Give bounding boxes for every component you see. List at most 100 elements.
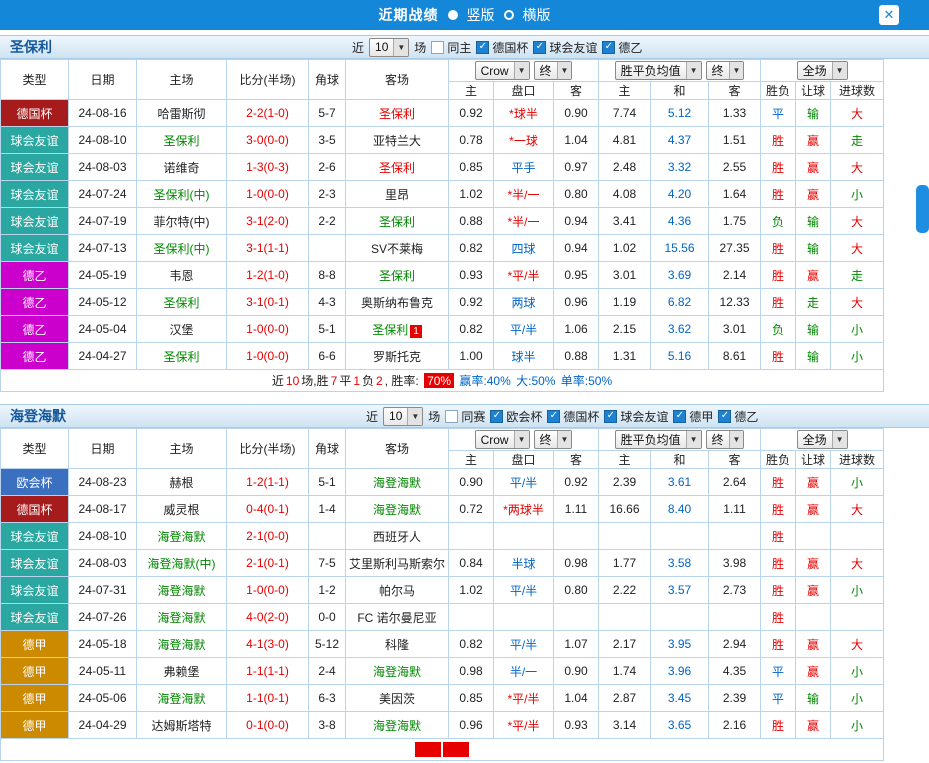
result-handicap: 输 xyxy=(796,208,831,235)
match-row: 德乙24-05-12圣保利3-1(0-1)4-3奥斯纳布鲁克0.92两球0.96… xyxy=(1,289,884,316)
odds-home xyxy=(449,523,494,550)
odds-handicap: *半/一 xyxy=(494,181,554,208)
close-icon[interactable]: ✕ xyxy=(879,5,899,25)
avg-type-select[interactable]: 胜平负均值▼ xyxy=(615,430,702,449)
odds-home: 0.96 xyxy=(449,712,494,739)
match-score: 3-1(2-0) xyxy=(227,208,309,235)
checkbox-德国杯[interactable]: ✓德国杯 xyxy=(476,39,528,56)
filter-bar: 近10▼场同赛✓欧会杯✓德国杯✓球会友谊✓德甲✓德乙 xyxy=(366,407,758,426)
odds-home: 1.02 xyxy=(449,577,494,604)
scope-select-value: 全场 xyxy=(803,62,827,79)
match-date: 24-07-13 xyxy=(69,235,137,262)
matches-label: 场 xyxy=(414,39,426,56)
checkbox-德乙[interactable]: ✓德乙 xyxy=(602,39,642,56)
odds-home: 0.84 xyxy=(449,550,494,577)
recent-count-select[interactable]: 10▼ xyxy=(369,38,409,57)
avg-draw: 3.32 xyxy=(651,154,709,181)
checkbox-checked-icon: ✓ xyxy=(547,410,560,423)
match-date: 24-07-26 xyxy=(69,604,137,631)
corner-count: 0-0 xyxy=(309,604,346,631)
checkbox-球会友谊[interactable]: ✓球会友谊 xyxy=(604,408,668,425)
bookmaker-select[interactable]: Crow ▼ xyxy=(475,430,530,449)
column-subheader: 进球数 xyxy=(831,451,884,469)
avg-away: 2.73 xyxy=(709,577,761,604)
avg-away: 8.61 xyxy=(709,343,761,370)
avg-draw xyxy=(651,604,709,631)
match-row: 德甲24-05-06海登海默1-1(0-1)6-3美因茨0.85*平/半1.04… xyxy=(1,685,884,712)
radio-horizontal-icon[interactable] xyxy=(504,10,514,20)
competition-badge: 球会友谊 xyxy=(1,181,69,208)
corner-count: 3-8 xyxy=(309,712,346,739)
chevron-down-icon: ▼ xyxy=(407,408,422,425)
checkbox-同主[interactable]: 同主 xyxy=(431,39,471,56)
away-team-name: 圣保利 xyxy=(379,161,415,175)
match-date: 24-05-18 xyxy=(69,631,137,658)
result-handicap: 赢 xyxy=(796,496,831,523)
match-date: 24-05-04 xyxy=(69,316,137,343)
corner-count: 5-7 xyxy=(309,100,346,127)
scrollbar-thumb[interactable] xyxy=(916,185,929,233)
result-handicap: 赢 xyxy=(796,262,831,289)
section-header: 圣保利近10▼场同主✓德国杯✓球会友谊✓德乙 xyxy=(0,35,929,59)
avg-state-select[interactable]: 终▼ xyxy=(706,61,745,80)
match-row: 球会友谊24-08-03诺维奇1-3(0-3)2-6圣保利0.85平手0.972… xyxy=(1,154,884,181)
match-row: 球会友谊24-08-10圣保利3-0(0-0)3-5亚特兰大0.78*一球1.0… xyxy=(1,127,884,154)
column-subheader: 和 xyxy=(651,451,709,469)
result-goals: 小 xyxy=(831,343,884,370)
result-handicap: 赢 xyxy=(796,550,831,577)
match-date: 24-04-27 xyxy=(69,343,137,370)
result-handicap: 赢 xyxy=(796,658,831,685)
bookmaker-select-value: Crow xyxy=(481,433,509,447)
result-goals: 大 xyxy=(831,154,884,181)
away-team-name: 罗斯托克 xyxy=(373,350,421,364)
column-subheader: 主 xyxy=(449,82,494,100)
bookmaker-select[interactable]: Crow▼ xyxy=(475,61,530,80)
away-team: 圣保利1 xyxy=(346,316,449,343)
checkbox-德甲[interactable]: ✓德甲 xyxy=(673,408,713,425)
column-subheader: 和 xyxy=(651,82,709,100)
result-handicap xyxy=(796,523,831,550)
result-goals: 大 xyxy=(831,631,884,658)
checkbox-label: 欧会杯 xyxy=(506,408,542,425)
chevron-down-icon: ▼ xyxy=(514,431,529,448)
radio-vertical-icon[interactable] xyxy=(448,10,458,20)
odds-away xyxy=(554,523,599,550)
avg-draw: 3.95 xyxy=(651,631,709,658)
competition-badge: 球会友谊 xyxy=(1,154,69,181)
odds-state-select[interactable]: 终▼ xyxy=(534,430,573,449)
home-team: 海登海默 xyxy=(137,631,227,658)
match-date: 24-07-24 xyxy=(69,181,137,208)
match-date: 24-05-12 xyxy=(69,289,137,316)
team-name: 海登海默 xyxy=(10,406,66,426)
match-date: 24-05-19 xyxy=(69,262,137,289)
odds-handicap: 平/半 xyxy=(494,469,554,496)
corner-count: 8-8 xyxy=(309,262,346,289)
checkbox-德国杯[interactable]: ✓德国杯 xyxy=(547,408,599,425)
home-team: 达姆斯塔特 xyxy=(137,712,227,739)
column-subheader: 客 xyxy=(709,82,761,100)
radio-vertical-label[interactable]: 竖版 xyxy=(467,5,495,25)
summary-row: 近10场,胜7平1负2, 胜率: 70% 赢率:40% 大:50% 单率:50% xyxy=(1,370,884,392)
odds-home: 1.00 xyxy=(449,343,494,370)
avg-type-select[interactable]: 胜平负均值▼ xyxy=(615,61,702,80)
away-team: 海登海默 xyxy=(346,469,449,496)
scope-select[interactable]: 全场▼ xyxy=(797,430,848,449)
scope-select[interactable]: 全场▼ xyxy=(797,61,848,80)
recent-count-select[interactable]: 10▼ xyxy=(383,407,423,426)
summary-text: 10 xyxy=(286,374,299,388)
checkbox-同赛[interactable]: 同赛 xyxy=(445,408,485,425)
match-row: 德乙24-05-04汉堡1-0(0-0)5-1圣保利10.82平/半1.062.… xyxy=(1,316,884,343)
away-team-name: 海登海默 xyxy=(373,719,421,733)
avg-home: 3.14 xyxy=(599,712,651,739)
checkbox-德乙[interactable]: ✓德乙 xyxy=(718,408,758,425)
result-handicap: 输 xyxy=(796,685,831,712)
match-date: 24-05-06 xyxy=(69,685,137,712)
result-goals: 大 xyxy=(831,550,884,577)
result-wdl: 平 xyxy=(761,100,796,127)
avg-state-select[interactable]: 终▼ xyxy=(706,430,745,449)
odds-state-select[interactable]: 终▼ xyxy=(534,61,573,80)
radio-horizontal-label[interactable]: 横版 xyxy=(523,5,551,25)
avg-draw: 3.61 xyxy=(651,469,709,496)
checkbox-球会友谊[interactable]: ✓球会友谊 xyxy=(533,39,597,56)
checkbox-欧会杯[interactable]: ✓欧会杯 xyxy=(490,408,542,425)
